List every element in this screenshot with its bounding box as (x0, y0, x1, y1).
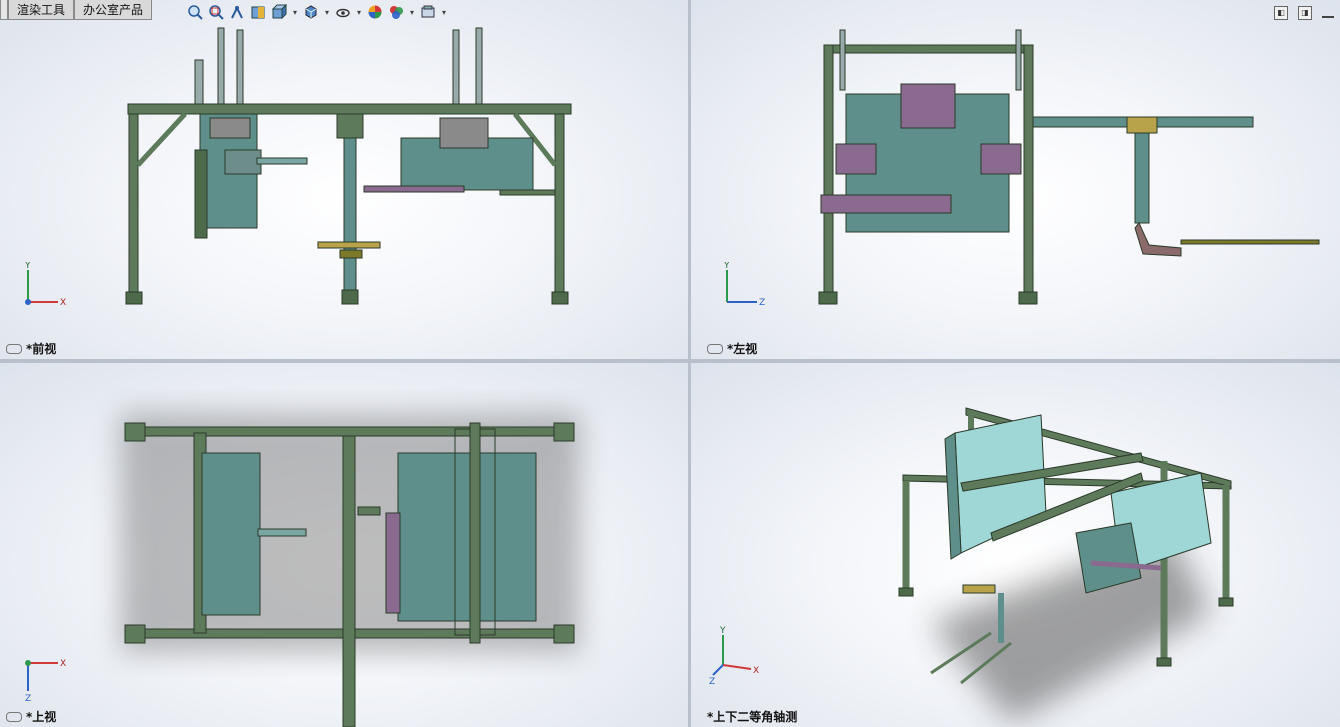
hide-show-icon[interactable] (334, 3, 352, 21)
viewport-front[interactable]: Y X *前视 (0, 0, 688, 359)
svg-text:Z: Z (25, 694, 31, 703)
viewport-label-top: *上视 (6, 708, 56, 725)
coordinate-triad: Y X (24, 262, 66, 308)
command-tabs: 渲染工具 办公室产品 (0, 0, 153, 20)
display-style-icon[interactable] (302, 3, 320, 21)
tab-hidden[interactable] (0, 0, 8, 20)
coordinate-triad: X Z (25, 659, 66, 703)
svg-text:Z: Z (709, 677, 715, 685)
left-view-model (818, 29, 1320, 305)
apply-scene-icon[interactable] (387, 3, 405, 21)
view-settings-icon[interactable] (419, 3, 437, 21)
coordinate-triad: Y X Z (709, 626, 759, 685)
zoom-to-fit-icon[interactable] (186, 3, 204, 21)
tab-render-tools[interactable]: 渲染工具 (8, 0, 75, 20)
chevron-down-icon[interactable]: ▾ (291, 8, 299, 17)
view-orientation-icon[interactable] (270, 3, 288, 21)
svg-text:Y: Y (723, 262, 730, 271)
edit-appearance-icon[interactable] (366, 3, 384, 21)
chevron-down-icon[interactable]: ▾ (440, 8, 448, 17)
link-icon (707, 343, 723, 354)
chevron-down-icon[interactable]: ▾ (355, 8, 363, 17)
zoom-area-icon[interactable] (207, 3, 225, 21)
viewport-label-iso: *上下二等角轴测 (707, 710, 798, 724)
svg-text:X: X (753, 666, 759, 676)
chevron-down-icon[interactable]: ▾ (323, 8, 331, 17)
iso-view-model (898, 407, 1234, 723)
tile-views-icon[interactable]: ◨ (1298, 6, 1312, 20)
svg-text:X: X (60, 298, 66, 308)
viewport-left[interactable]: Y Z *左视 (691, 0, 1340, 359)
viewport-top[interactable]: X Z *上视 (0, 363, 688, 727)
link-views-icon[interactable]: ◧ (1274, 6, 1288, 20)
top-view-model (120, 413, 580, 727)
link-icon (6, 343, 22, 354)
heads-up-view-toolbar: ▾ ▾ ▾ ▾ ▾ (186, 3, 448, 21)
coordinate-triad: Y Z (723, 262, 765, 308)
tab-office-products[interactable]: 办公室产品 (74, 0, 153, 20)
chevron-down-icon[interactable]: ▾ (408, 8, 416, 17)
viewport-iso[interactable]: Y X Z *上下二等角轴测 (691, 363, 1340, 727)
front-view-model (125, 27, 572, 305)
section-view-icon[interactable] (249, 3, 267, 21)
svg-text:Z: Z (759, 298, 765, 308)
previous-view-icon[interactable] (228, 3, 246, 21)
svg-text:Y: Y (719, 626, 726, 636)
viewport-splitter-vertical[interactable] (688, 0, 691, 727)
svg-text:X: X (60, 659, 66, 669)
svg-text:Y: Y (24, 262, 31, 271)
minimize-icon[interactable] (1322, 16, 1334, 18)
link-icon (6, 711, 22, 722)
viewport-window-controls: ◧ ◨ (1274, 6, 1334, 20)
viewport-splitter-horizontal[interactable] (0, 359, 1340, 363)
viewport-label-left: *左视 (707, 340, 757, 357)
viewport-label-front: *前视 (6, 340, 56, 357)
